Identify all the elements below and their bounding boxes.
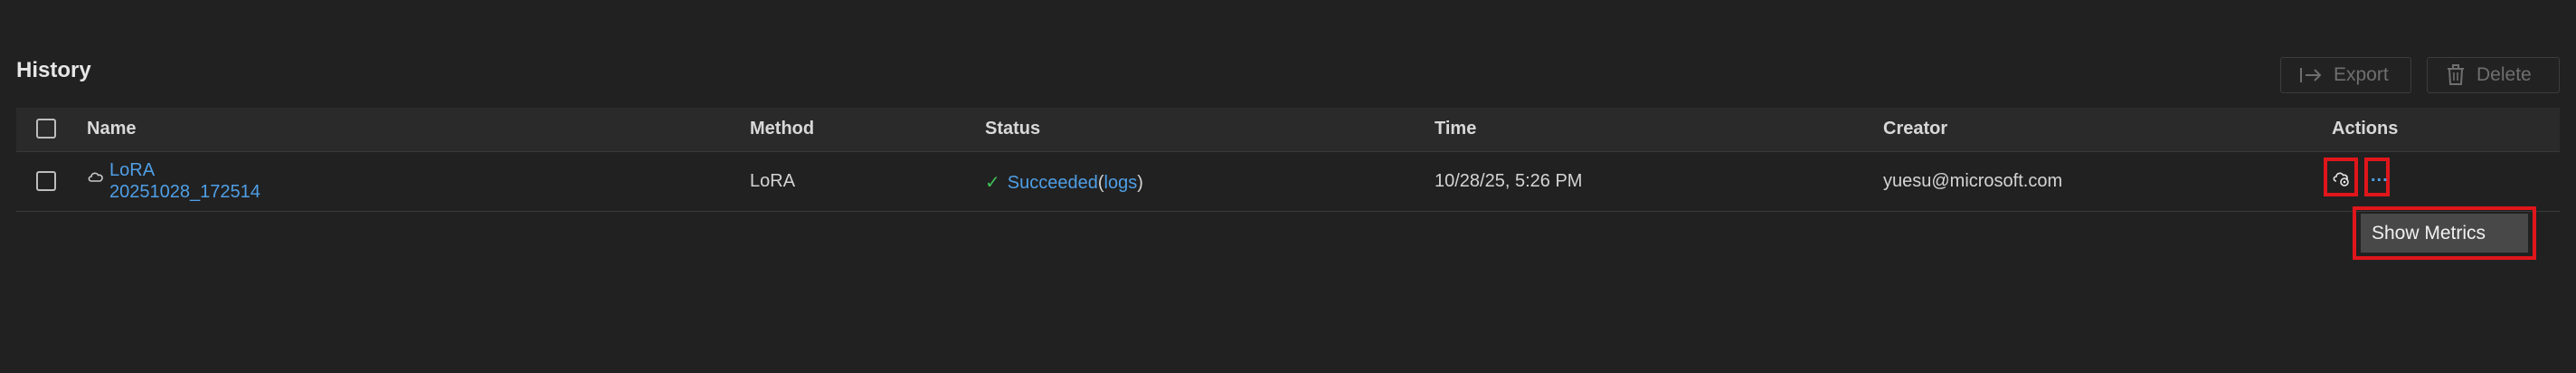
logs-close-paren: ) (1137, 173, 1143, 193)
logs-link[interactable]: logs (1104, 173, 1138, 193)
column-header-actions: Actions (2332, 119, 2399, 139)
method-cell: LoRA (750, 171, 796, 191)
history-page: History Export Delete Name Method Status… (0, 0, 2576, 373)
creator-cell: yuesu@microsoft.com (1883, 171, 2063, 191)
cloud-action-button[interactable] (2324, 158, 2358, 196)
export-arrow-icon (2299, 66, 2323, 84)
export-label: Export (2334, 64, 2389, 85)
run-name-link[interactable]: LoRA 20251028_172514 (109, 159, 260, 203)
delete-button[interactable]: Delete (2427, 57, 2560, 93)
status-cell: ✓ Succeeded(logs) (985, 171, 1143, 194)
cloud-settings-icon (2332, 169, 2352, 192)
delete-label: Delete (2477, 64, 2532, 85)
table-row[interactable]: LoRA 20251028_172514 LoRA ✓ Succeeded(log… (16, 152, 2560, 212)
trash-icon (2446, 64, 2466, 86)
section-title: History (16, 58, 91, 82)
run-name-line2: 20251028_172514 (109, 182, 260, 202)
more-ellipsis-icon: ... (2371, 166, 2389, 186)
checkmark-icon: ✓ (985, 173, 1000, 193)
more-actions-button[interactable]: ... (2364, 158, 2390, 196)
select-all-checkbox[interactable] (36, 119, 56, 139)
logs-open-paren: ( (1097, 173, 1104, 193)
column-header-time[interactable]: Time (1435, 119, 1476, 139)
cloud-icon (87, 168, 105, 189)
column-header-name[interactable]: Name (87, 119, 136, 139)
column-header-status[interactable]: Status (985, 119, 1040, 139)
run-name-line1: LoRA (109, 160, 156, 180)
row-select-checkbox[interactable] (36, 171, 56, 191)
menu-item-show-metrics[interactable]: Show Metrics (2361, 214, 2528, 253)
export-button[interactable]: Export (2280, 57, 2411, 93)
status-text: Succeeded (1007, 173, 1098, 193)
table-header: Name Method Status Time Creator Actions (16, 108, 2560, 152)
column-header-creator[interactable]: Creator (1883, 119, 1947, 139)
column-header-method[interactable]: Method (750, 119, 814, 139)
time-cell: 10/28/25, 5:26 PM (1435, 171, 1583, 191)
